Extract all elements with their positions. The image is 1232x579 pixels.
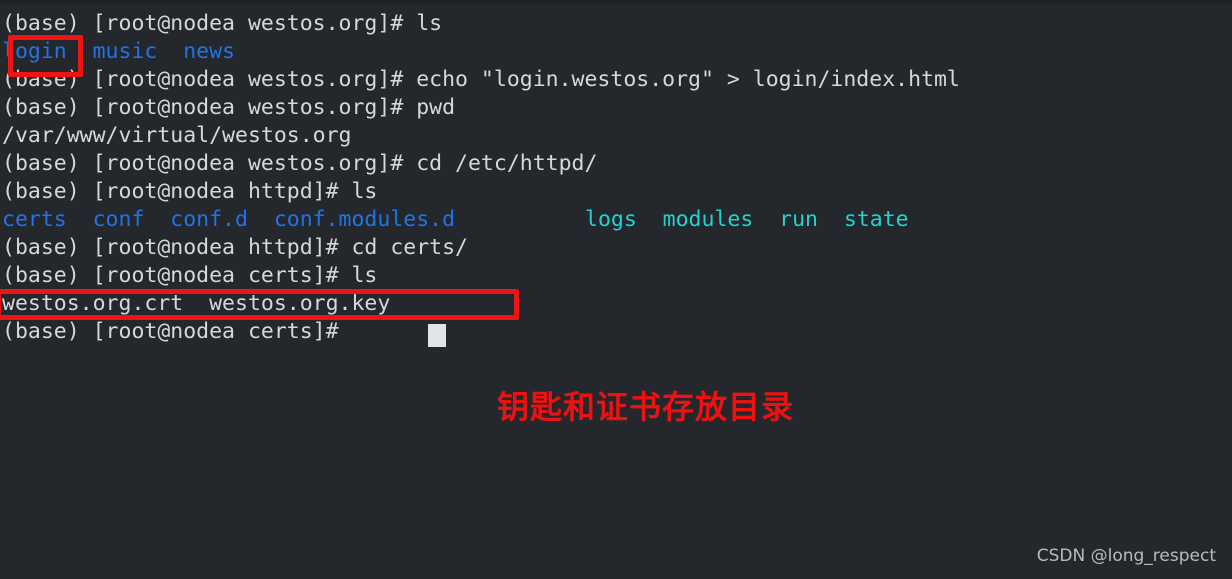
annotation-text: 钥匙和证书存放目录: [497, 388, 795, 426]
block-cursor: [428, 324, 446, 347]
terminal-line-prompt-ls: (base) [root@nodea westos.org]# ls: [2, 11, 443, 36]
terminal-output-area[interactable]: (base) [root@nodea westos.org]# ls login…: [0, 4, 1232, 579]
terminal-screenshot: (base) [root@nodea westos.org]# ls login…: [0, 0, 1232, 579]
terminal-line-cd-httpd: (base) [root@nodea westos.org]# cd /etc/…: [2, 151, 598, 176]
terminal-line-prompt-ls-httpd: (base) [root@nodea httpd]# ls: [2, 179, 378, 204]
csdn-watermark: CSDN @long_respect: [1036, 546, 1216, 566]
terminal-line-prompt-ls-certs: (base) [root@nodea certs]# ls: [2, 263, 378, 288]
terminal-line-cd-certs: (base) [root@nodea httpd]# cd certs/: [2, 235, 468, 260]
terminal-line-httpd-symlinks: logs modules run state: [585, 207, 909, 232]
terminal-line-pwd-output: /var/www/virtual/westos.org: [2, 123, 352, 148]
terminal-line-final-prompt: (base) [root@nodea certs]#: [2, 319, 352, 344]
terminal-line-cert-files: westos.org.crt westos.org.key: [2, 291, 391, 316]
terminal-line-pwd-command: (base) [root@nodea westos.org]# pwd: [2, 95, 456, 120]
terminal-line-ls-output-dirs: login music news: [2, 39, 235, 64]
terminal-line-httpd-directories: certs conf conf.d conf.modules.d: [2, 207, 456, 232]
terminal-line-echo-command: (base) [root@nodea westos.org]# echo "lo…: [2, 67, 960, 92]
